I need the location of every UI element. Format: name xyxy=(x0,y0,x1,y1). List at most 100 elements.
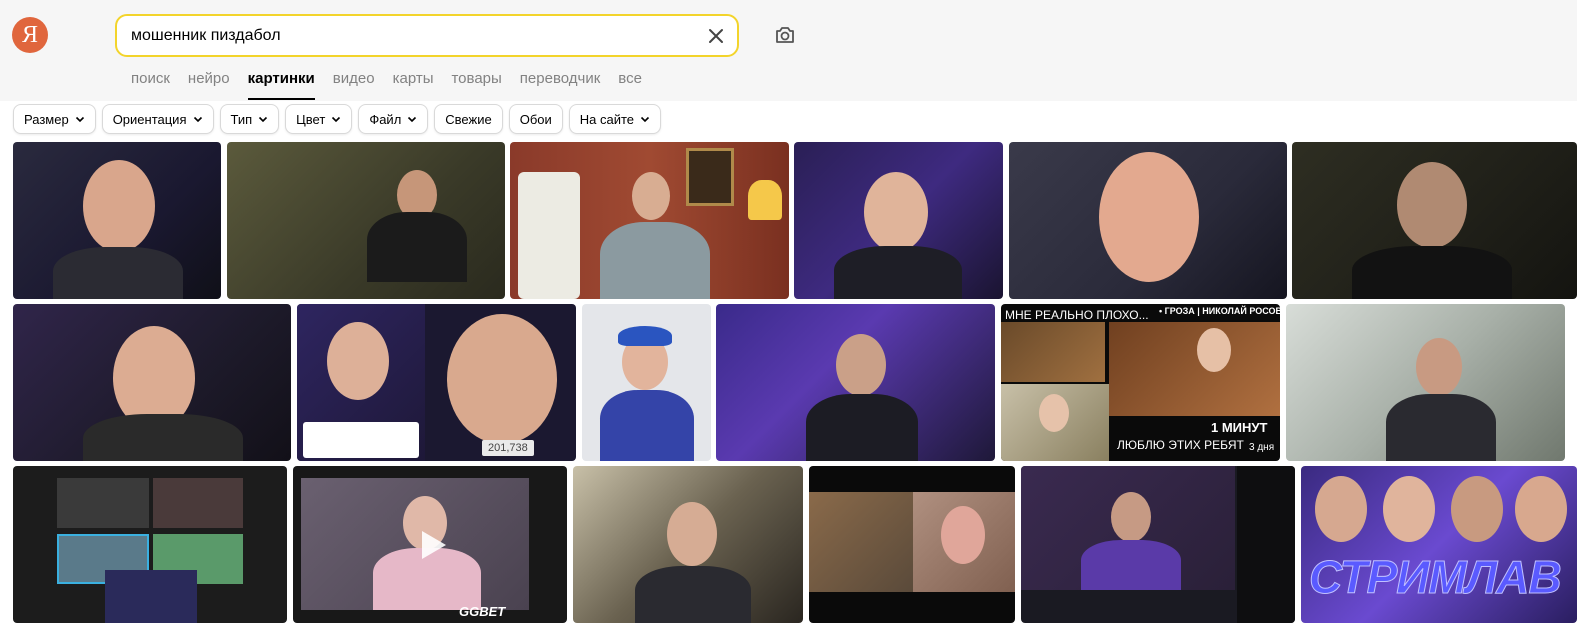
image-result[interactable] xyxy=(716,304,995,461)
image-result[interactable] xyxy=(13,304,291,461)
video-caption: МНЕ РЕАЛЬНО ПЛОХО... xyxy=(1005,308,1149,322)
person-face xyxy=(1515,476,1567,542)
close-icon[interactable] xyxy=(707,27,725,45)
filter-label: Свежие xyxy=(445,111,492,127)
tab-images[interactable]: картинки xyxy=(247,70,315,101)
person-face xyxy=(1111,492,1151,542)
sponsor-brand: GGBET xyxy=(459,604,506,619)
person-face xyxy=(632,172,670,220)
filter-label: Обои xyxy=(519,111,552,127)
person-face xyxy=(836,334,886,396)
tweet-card xyxy=(303,422,419,458)
chevron-down-icon xyxy=(332,116,341,123)
camera-icon[interactable] xyxy=(773,23,797,47)
view-count-value: 201,738 xyxy=(488,442,528,454)
person-body xyxy=(1386,394,1496,461)
filter-wallpapers[interactable]: Обои xyxy=(508,104,563,134)
image-result[interactable] xyxy=(794,142,1003,299)
filter-bar: Размер Ориентация Тип Цвет Файл Свежие О… xyxy=(13,104,662,134)
image-result[interactable] xyxy=(510,142,789,299)
search-input[interactable] xyxy=(131,16,691,55)
image-result[interactable] xyxy=(573,466,803,623)
video-age: 3 дня xyxy=(1249,442,1275,453)
person-body xyxy=(83,414,243,461)
scene-right xyxy=(1109,322,1280,416)
scene-left xyxy=(1001,322,1105,382)
filter-type[interactable]: Тип xyxy=(219,104,280,134)
person-face xyxy=(667,502,717,566)
filter-on-site[interactable]: На сайте xyxy=(568,104,662,134)
person-face xyxy=(1416,338,1462,396)
person-body xyxy=(600,222,710,299)
person-body xyxy=(635,566,751,623)
person-face xyxy=(1197,328,1231,372)
video-cell xyxy=(57,478,149,528)
filter-label: Тип xyxy=(230,111,253,127)
person-face xyxy=(941,506,985,564)
view-count: 201,738 xyxy=(482,440,534,456)
filter-orientation[interactable]: Ориентация xyxy=(101,104,214,134)
header-bar: Я поиск нейро картинки видео карты товар… xyxy=(0,0,1577,101)
tab-translator[interactable]: переводчик xyxy=(520,70,600,101)
tab-maps[interactable]: карты xyxy=(393,70,434,101)
person-body xyxy=(367,212,467,282)
person-body xyxy=(1081,540,1181,590)
search-tabs: поиск нейро картинки видео карты товары … xyxy=(131,70,660,101)
yandex-logo[interactable]: Я xyxy=(12,17,48,53)
lamp xyxy=(748,180,782,220)
chevron-down-icon xyxy=(640,116,650,123)
image-result[interactable] xyxy=(582,304,711,461)
person-body xyxy=(806,394,918,461)
filter-fresh[interactable]: Свежие xyxy=(434,104,503,134)
image-result[interactable] xyxy=(13,142,221,299)
person-face xyxy=(327,322,389,400)
play-icon[interactable] xyxy=(422,530,446,559)
tab-video[interactable]: видео xyxy=(333,70,375,101)
video-cell xyxy=(105,570,197,623)
tab-goods[interactable]: товары xyxy=(451,70,501,101)
video-cell xyxy=(153,478,243,528)
image-result[interactable]: 201,738 xyxy=(297,304,576,461)
filter-label: Ориентация xyxy=(112,111,187,127)
chevron-down-icon xyxy=(193,116,202,123)
person-face xyxy=(1397,162,1467,248)
chevron-down-icon xyxy=(408,116,417,123)
person-face xyxy=(447,314,557,444)
tab-all[interactable]: все xyxy=(618,70,642,101)
image-result[interactable] xyxy=(1021,466,1295,623)
image-result[interactable] xyxy=(1292,142,1577,299)
tab-search[interactable]: поиск xyxy=(131,70,170,101)
search-box[interactable] xyxy=(115,14,739,57)
image-result[interactable]: МНЕ РЕАЛЬНО ПЛОХО... • ГРОЗА | НИКОЛАЙ Р… xyxy=(1001,304,1280,461)
person-face xyxy=(1315,476,1367,542)
cap xyxy=(618,326,672,346)
filter-label: На сайте xyxy=(579,111,635,127)
fridge xyxy=(518,172,580,299)
filter-file[interactable]: Файл xyxy=(358,104,429,134)
video-caption: ЛЮБЛЮ ЭТИХ РЕБЯТ xyxy=(1117,438,1244,452)
filter-size[interactable]: Размер xyxy=(13,104,96,134)
tab-neuro[interactable]: нейро xyxy=(188,70,230,101)
person-face xyxy=(1451,476,1503,542)
video-cell xyxy=(809,492,913,592)
person-face xyxy=(1099,152,1199,282)
video-caption: • ГРОЗА | НИКОЛАЙ РОСОВ xyxy=(1159,306,1280,316)
image-result[interactable]: СТРИМЛАВ xyxy=(1301,466,1577,623)
person-body xyxy=(600,390,694,461)
portrait xyxy=(686,148,734,206)
image-result[interactable] xyxy=(13,466,287,623)
image-result[interactable] xyxy=(809,466,1015,623)
chat-panel xyxy=(1237,466,1295,623)
video-caption: 1 МИНУТ xyxy=(1211,420,1268,435)
filter-color[interactable]: Цвет xyxy=(285,104,353,134)
person-body xyxy=(53,247,183,299)
person-face xyxy=(83,160,155,252)
image-result[interactable]: GGBET xyxy=(293,466,567,623)
image-result[interactable] xyxy=(1009,142,1287,299)
chevron-down-icon xyxy=(75,116,84,123)
filter-label: Цвет xyxy=(296,111,326,127)
person-body xyxy=(1352,246,1512,299)
image-result[interactable] xyxy=(227,142,505,299)
image-result[interactable] xyxy=(1286,304,1565,461)
person-face xyxy=(1039,394,1069,432)
